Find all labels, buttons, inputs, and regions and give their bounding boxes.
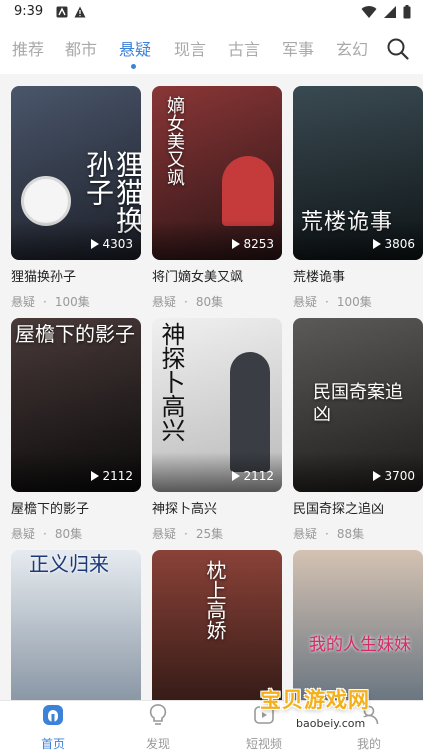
tab-recommend[interactable]: 推荐 <box>12 36 44 60</box>
play-icon <box>373 471 382 481</box>
active-tab-indicator <box>131 64 136 69</box>
drama-title: 狸猫换孙子 <box>11 270 77 285</box>
drama-poster[interactable]: 嫡女美又飒 8253 <box>152 86 282 260</box>
poster-title: 嫡女美又飒 <box>164 96 185 186</box>
drama-title: 神探卜高兴 <box>152 502 218 517</box>
drama-poster[interactable]: 屋檐下的影子 2112 <box>11 318 141 492</box>
view-count: 3806 <box>373 237 415 251</box>
drama-poster[interactable]: 枕上高娇 <box>152 550 282 700</box>
play-icon <box>91 239 100 249</box>
poster-title: 屋檐下的影子 <box>15 322 135 346</box>
drama-poster[interactable]: 我的人生妹妹 <box>293 550 423 700</box>
battery-icon <box>403 5 411 19</box>
tab-modern-romance[interactable]: 现言 <box>174 36 206 60</box>
drama-card[interactable]: 正义归来 <box>11 550 141 700</box>
drama-card[interactable]: 神探卜高兴 2112 神探卜高兴 悬疑 · 25集 <box>152 318 282 542</box>
poster-title: 正义归来 <box>29 552 109 576</box>
nav-home-label: 首页 <box>40 737 65 751</box>
drama-card[interactable]: 嫡女美又飒 8253 将门嫡女美又飒 悬疑 · 80集 <box>152 86 282 310</box>
drama-card[interactable]: 我的人生妹妹 <box>293 550 423 700</box>
drama-meta: 悬疑 · 100集 <box>293 295 372 309</box>
wifi-icon <box>361 6 377 19</box>
drama-title: 荒楼诡事 <box>293 270 346 285</box>
view-count: 2112 <box>91 469 133 483</box>
play-icon <box>91 471 100 481</box>
search-icon[interactable] <box>386 37 410 61</box>
drama-poster[interactable]: 民国奇案追凶 3700 <box>293 318 423 492</box>
tab-military[interactable]: 军事 <box>282 36 314 60</box>
status-time: 9:39 <box>14 4 44 19</box>
watermark-url: baobeiy.com <box>292 717 370 730</box>
signal-icon <box>384 6 396 18</box>
view-count: 4303 <box>91 237 133 251</box>
drama-card[interactable]: 民国奇案追凶 3700 民国奇探之追凶 悬疑 · 88集 <box>293 318 423 542</box>
drama-meta: 悬疑 · 100集 <box>11 295 90 309</box>
poster-title: 我的人生妹妹 <box>309 635 411 655</box>
view-count: 3700 <box>373 469 415 483</box>
drama-card[interactable]: 屋檐下的影子 2112 屋檐下的影子 悬疑 · 80集 <box>11 318 141 542</box>
drama-poster[interactable]: 荒楼诡事 3806 <box>293 86 423 260</box>
watermark: 宝贝游戏网 baobeiy.com <box>246 680 394 748</box>
category-tabs: 推荐 都市 悬疑 现言 古言 军事 玄幻 <box>0 26 423 74</box>
notification-a-icon <box>56 6 68 18</box>
drama-meta: 悬疑 · 80集 <box>11 527 83 541</box>
figure-illustration <box>222 156 274 226</box>
clock-illustration <box>21 176 71 226</box>
home-icon <box>43 705 63 725</box>
play-icon <box>373 239 382 249</box>
tab-ancient-romance[interactable]: 古言 <box>228 36 260 60</box>
drama-poster[interactable]: 正义归来 <box>11 550 141 700</box>
drama-meta: 悬疑 · 25集 <box>152 527 224 541</box>
nav-discover-label: 发现 <box>145 737 170 751</box>
poster-title: 神探卜高兴 <box>157 322 185 442</box>
nav-home[interactable]: 首页 <box>18 703 88 752</box>
lightbulb-icon <box>149 704 167 725</box>
poster-title: 民国奇案追凶 <box>313 382 403 425</box>
drama-title: 屋檐下的影子 <box>11 502 90 517</box>
view-count: 2112 <box>232 469 274 483</box>
tab-fantasy[interactable]: 玄幻 <box>336 36 368 60</box>
drama-meta: 悬疑 · 80集 <box>152 295 224 309</box>
drama-meta: 悬疑 · 88集 <box>293 527 365 541</box>
drama-title: 将门嫡女美又飒 <box>152 270 244 285</box>
tab-suspense[interactable]: 悬疑 <box>119 36 151 60</box>
drama-card[interactable]: 狸猫换孙子 4303 狸猫换孙子 悬疑 · 100集 <box>11 86 141 310</box>
drama-poster[interactable]: 狸猫换孙子 4303 <box>11 86 141 260</box>
view-count: 8253 <box>232 237 274 251</box>
drama-card[interactable]: 枕上高娇 <box>152 550 282 700</box>
poster-title: 枕上高娇 <box>203 560 227 640</box>
play-icon <box>232 471 241 481</box>
play-icon <box>232 239 241 249</box>
nav-discover[interactable]: 发现 <box>123 703 193 752</box>
warning-icon <box>74 6 86 18</box>
tab-urban[interactable]: 都市 <box>65 36 97 60</box>
drama-grid: 狸猫换孙子 4303 狸猫换孙子 悬疑 · 100集 嫡女美又飒 8253 将门嫡女… <box>0 74 423 700</box>
status-bar: 9:39 <box>0 0 423 26</box>
drama-title: 民国奇探之追凶 <box>293 502 385 517</box>
watermark-text: 宝贝游戏网 <box>260 688 370 712</box>
drama-poster[interactable]: 神探卜高兴 2112 <box>152 318 282 492</box>
drama-card[interactable]: 荒楼诡事 3806 荒楼诡事 悬疑·100集 <box>293 86 423 310</box>
